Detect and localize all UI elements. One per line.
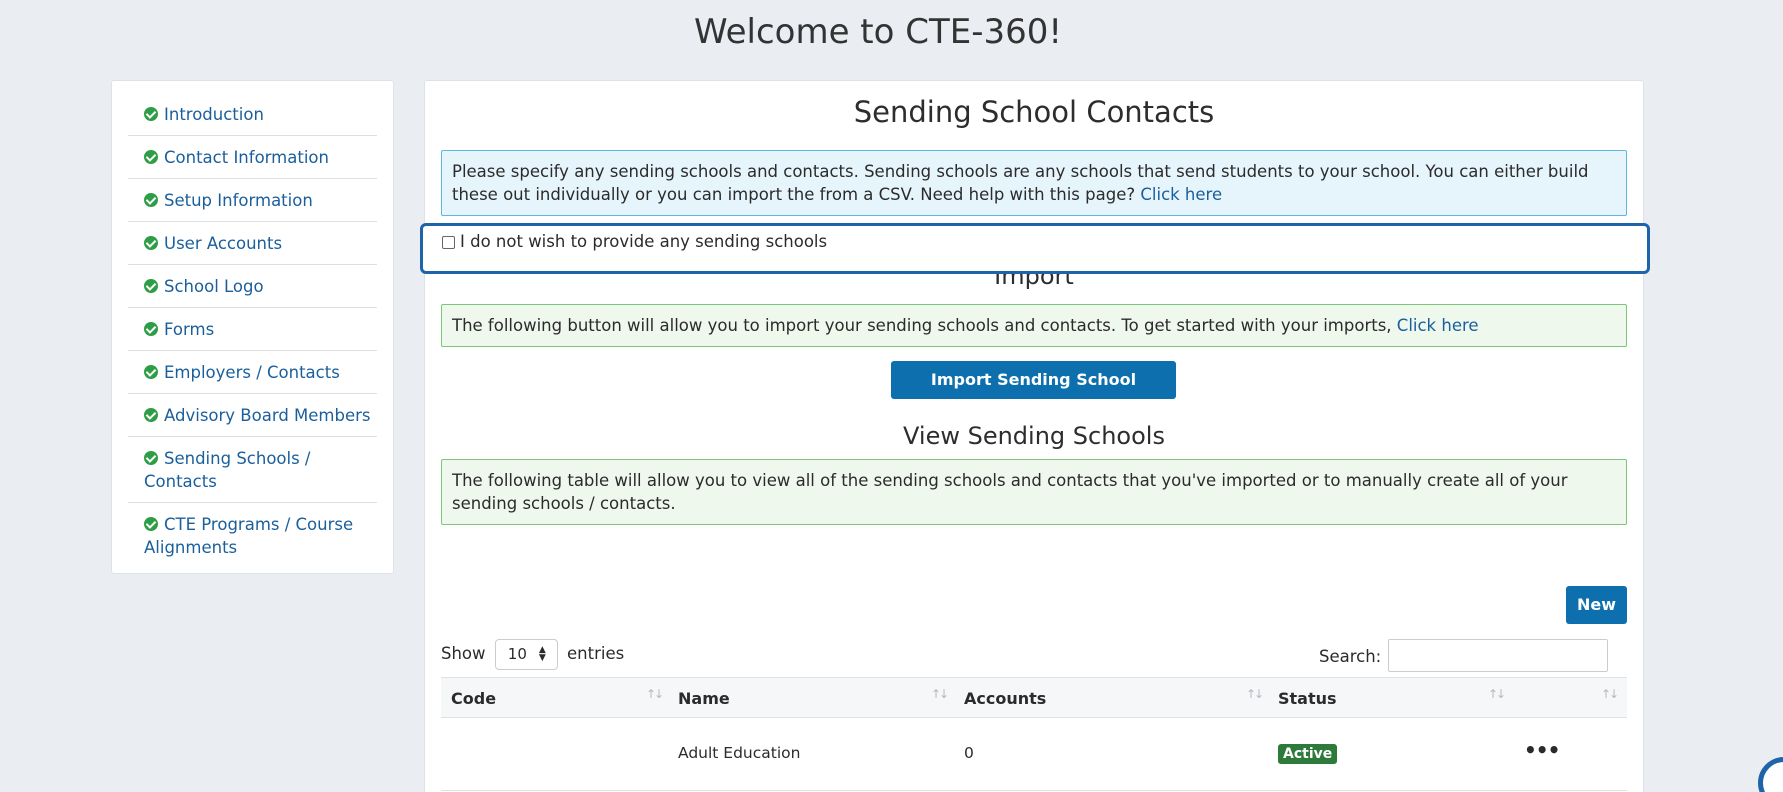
- status-badge: Active: [1278, 744, 1338, 764]
- check-circle-icon: [144, 517, 158, 531]
- search-label: Search:: [1319, 647, 1382, 666]
- sidebar-item-label: Forms: [164, 320, 215, 339]
- intro-alert: Please specify any sending schools and c…: [441, 150, 1627, 216]
- import-text: The following button will allow you to i…: [452, 316, 1392, 335]
- cell-name: Adult Education: [678, 744, 801, 762]
- import-help-link[interactable]: Click here: [1397, 316, 1479, 335]
- sidebar-item-label: Setup Information: [164, 191, 313, 210]
- sidebar-item-forms[interactable]: Forms: [128, 308, 377, 351]
- check-circle-icon: [144, 193, 158, 207]
- new-button[interactable]: New: [1566, 586, 1627, 624]
- import-alert: The following button will allow you to i…: [441, 304, 1627, 347]
- sidebar-item-label: Contact Information: [164, 148, 329, 167]
- sidebar-nav: Introduction Contact Information Setup I…: [111, 80, 394, 574]
- sidebar-item-advisory-board-members[interactable]: Advisory Board Members: [128, 394, 377, 437]
- select-arrows-icon: ▲ ▼: [538, 645, 546, 663]
- sidebar-item-label: School Logo: [164, 277, 264, 296]
- view-alert: The following table will allow you to vi…: [441, 459, 1627, 525]
- view-text: The following table will allow you to vi…: [452, 471, 1568, 513]
- main-panel: Sending School Contacts Please specify a…: [420, 80, 1650, 792]
- entries-label: entries: [567, 644, 625, 663]
- check-circle-icon: [144, 322, 158, 336]
- column-header-code[interactable]: Code: [451, 689, 496, 708]
- more-actions-icon[interactable]: •••: [1524, 738, 1560, 762]
- view-heading: View Sending Schools: [903, 422, 1165, 450]
- page-title: Welcome to CTE-360!: [693, 12, 1063, 52]
- sidebar-item-school-logo[interactable]: School Logo: [128, 265, 377, 308]
- intro-text: Please specify any sending schools and c…: [452, 162, 1589, 204]
- entries-select[interactable]: 10 ▲ ▼: [494, 639, 558, 670]
- sidebar-item-label: User Accounts: [164, 234, 283, 253]
- table-row[interactable]: Adult Education 0 Active •••: [441, 718, 1627, 791]
- optout-checkbox[interactable]: [442, 236, 455, 249]
- sidebar-item-contact-information[interactable]: Contact Information: [128, 136, 377, 179]
- sort-icon[interactable]: ↑↓: [1488, 687, 1506, 701]
- sending-schools-table: Code ↑↓ Name ↑↓ Accounts ↑↓ Status ↑↓ ↑↓…: [441, 677, 1627, 791]
- check-circle-icon: [144, 365, 158, 379]
- show-label: Show: [441, 644, 486, 663]
- check-circle-icon: [144, 279, 158, 293]
- check-circle-icon: [144, 150, 158, 164]
- column-header-accounts[interactable]: Accounts: [964, 689, 1046, 708]
- entries-control: Show 10 ▲ ▼ entries: [441, 639, 624, 670]
- sort-icon[interactable]: ↑↓: [646, 687, 664, 701]
- sort-icon[interactable]: ↑↓: [1246, 687, 1264, 701]
- column-header-name[interactable]: Name: [678, 689, 730, 708]
- section-title: Sending School Contacts: [853, 95, 1215, 129]
- table-header: Code ↑↓ Name ↑↓ Accounts ↑↓ Status ↑↓ ↑↓: [441, 677, 1627, 718]
- sidebar-item-label: Employers / Contacts: [164, 363, 340, 382]
- help-widget-button[interactable]: [1758, 757, 1783, 792]
- sidebar-item-label: Advisory Board Members: [164, 406, 371, 425]
- cell-accounts: 0: [964, 744, 974, 762]
- optout-checkbox-row[interactable]: I do not wish to provide any sending sch…: [420, 223, 1650, 274]
- page: Welcome to CTE-360! Introduction Contact…: [0, 0, 1783, 792]
- check-circle-icon: [144, 236, 158, 250]
- sidebar-item-cte-programs[interactable]: CTE Programs / Course Alignments: [128, 503, 377, 568]
- sidebar-item-label: CTE Programs / Course Alignments: [144, 515, 354, 557]
- sidebar-item-introduction[interactable]: Introduction: [128, 103, 377, 136]
- sidebar-item-label: Sending Schools / Contacts: [144, 449, 311, 491]
- sidebar-item-employers-contacts[interactable]: Employers / Contacts: [128, 351, 377, 394]
- sidebar-item-label: Introduction: [164, 105, 264, 124]
- sidebar-item-user-accounts[interactable]: User Accounts: [128, 222, 377, 265]
- sort-icon[interactable]: ↑↓: [931, 687, 949, 701]
- search-input[interactable]: [1388, 639, 1608, 672]
- check-circle-icon: [144, 107, 158, 121]
- entries-select-value: 10: [507, 645, 527, 663]
- sidebar-item-sending-schools-contacts[interactable]: Sending Schools / Contacts: [128, 437, 377, 503]
- check-circle-icon: [144, 408, 158, 422]
- check-circle-icon: [144, 451, 158, 465]
- column-header-status[interactable]: Status: [1278, 689, 1337, 708]
- sidebar-item-setup-information[interactable]: Setup Information: [128, 179, 377, 222]
- optout-label: I do not wish to provide any sending sch…: [460, 232, 828, 251]
- sort-icon[interactable]: ↑↓: [1601, 687, 1619, 701]
- import-button[interactable]: Import Sending School Contacts: [891, 361, 1176, 427]
- help-link[interactable]: Click here: [1140, 185, 1222, 204]
